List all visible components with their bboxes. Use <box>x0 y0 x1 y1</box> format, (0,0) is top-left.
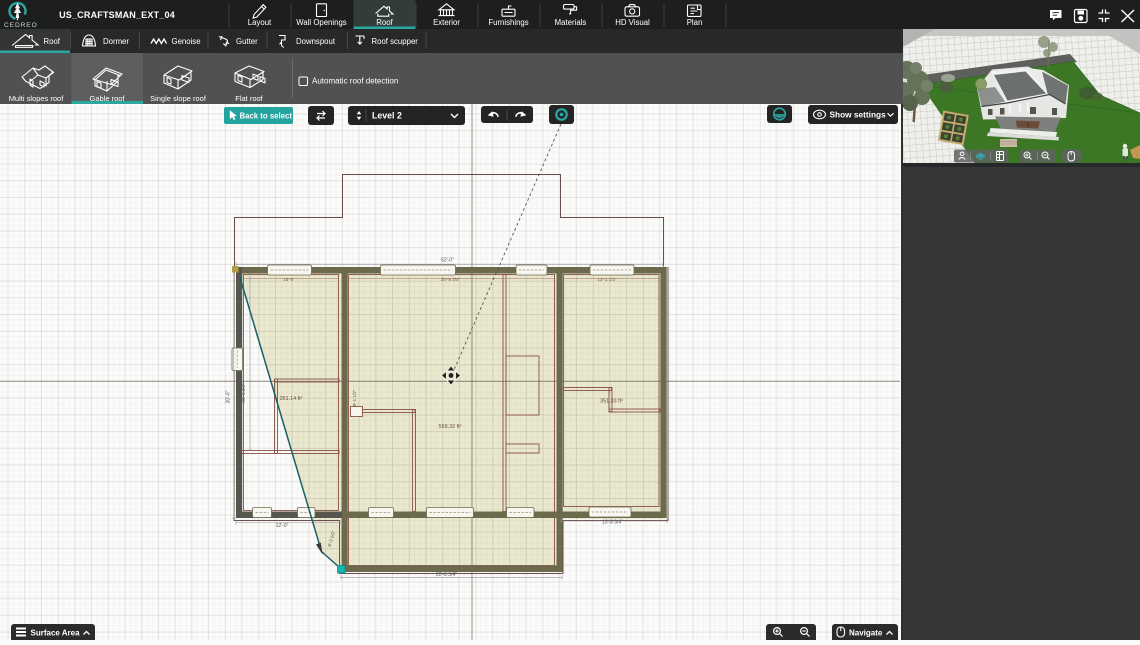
svg-text:Gutter: Gutter <box>236 37 258 46</box>
svg-text:Show settings: Show settings <box>830 109 887 119</box>
svg-text:Roof: Roof <box>44 37 61 46</box>
svg-text:Wall Openings: Wall Openings <box>296 18 347 27</box>
svg-text:52'-0": 52'-0" <box>441 258 454 264</box>
svg-text:Back to select: Back to select <box>240 111 293 120</box>
svg-text:20'-8 3/4": 20'-8 3/4" <box>436 572 457 578</box>
svg-text:Genoise: Genoise <box>172 37 201 46</box>
svg-text:Surface Area: Surface Area <box>31 629 81 638</box>
svg-text:20'-8 3/4": 20'-8 3/4" <box>441 277 461 282</box>
svg-text:Downspout: Downspout <box>296 37 336 46</box>
svg-text:559.32 ft²: 559.32 ft² <box>439 424 462 430</box>
svg-text:351.14 ft²: 351.14 ft² <box>280 396 303 402</box>
svg-text:Level 2: Level 2 <box>372 111 402 121</box>
svg-text:Roof scupper: Roof scupper <box>372 37 419 46</box>
svg-text:Roof: Roof <box>376 18 393 27</box>
svg-text:Navigate: Navigate <box>849 629 883 638</box>
svg-text:12'-0": 12'-0" <box>276 523 289 529</box>
svg-text:13'-8 3/4": 13'-8 3/4" <box>602 520 623 526</box>
svg-text:HD Visual: HD Visual <box>615 18 650 27</box>
svg-text:18'-0": 18'-0" <box>283 277 295 282</box>
svg-text:CEDREO: CEDREO <box>4 22 38 29</box>
svg-text:30'-0": 30'-0" <box>226 390 232 403</box>
svg-text:US_CRAFTSMAN_EXT_04: US_CRAFTSMAN_EXT_04 <box>59 10 175 20</box>
svg-text:Automatic roof detection: Automatic roof detection <box>312 77 398 86</box>
svg-text:9'-1 1/2": 9'-1 1/2" <box>352 389 357 406</box>
svg-text:351.33 ft²: 351.33 ft² <box>600 399 623 405</box>
svg-text:Plan: Plan <box>687 18 703 27</box>
svg-text:Layout: Layout <box>248 18 272 27</box>
svg-text:20'-1 3/4": 20'-1 3/4" <box>241 383 246 402</box>
svg-text:Dormer: Dormer <box>103 37 129 46</box>
svg-text:13'-1 1/2": 13'-1 1/2" <box>597 277 617 282</box>
svg-text:Furnishings: Furnishings <box>488 18 528 27</box>
svg-text:Exterior: Exterior <box>433 18 460 27</box>
svg-text:Materials: Materials <box>555 18 587 27</box>
